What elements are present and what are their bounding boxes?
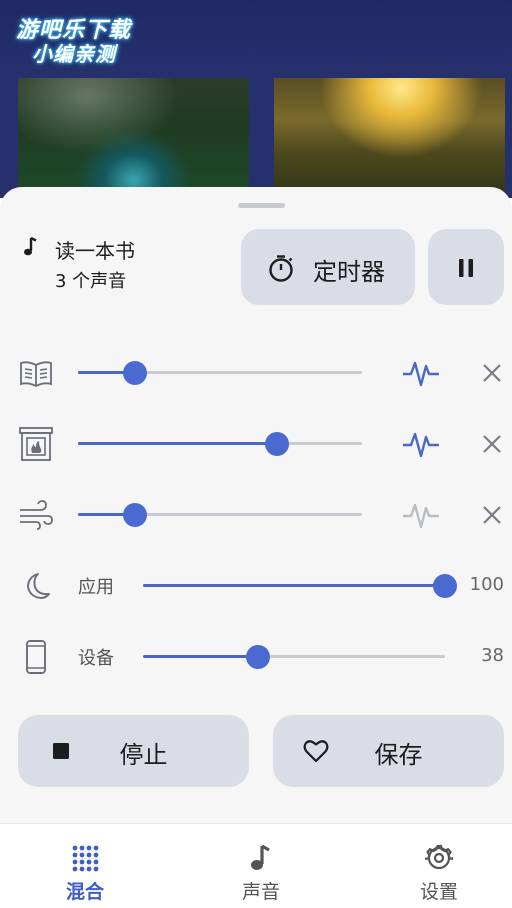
volume-slider-thumb[interactable] — [122, 361, 147, 385]
pulse-icon[interactable] — [402, 429, 440, 459]
app-volume-row: 应用 100 — [0, 566, 512, 606]
watermark-logo: 游吧乐下载 小编亲测 — [14, 10, 150, 66]
sheet-drag-handle[interactable] — [238, 203, 285, 208]
music-note-icon — [24, 237, 37, 256]
app-volume-slider[interactable] — [143, 574, 457, 598]
sunset-thumbnail[interactable] — [274, 78, 505, 198]
save-label: 保存 — [374, 741, 423, 769]
mix-sound-count: 3 个声音 — [55, 271, 127, 292]
app-volume-value: 100 — [469, 574, 504, 595]
device-volume-label: 设备 — [78, 648, 114, 669]
volume-slider-fill — [143, 584, 445, 587]
nav-item-mix[interactable]: 混合 — [0, 824, 170, 908]
device-volume-slider[interactable] — [143, 645, 445, 669]
app-volume-label: 应用 — [78, 577, 114, 598]
preset-thumbnails — [0, 78, 512, 198]
nav-label-mix: 混合 — [65, 881, 104, 903]
volume-slider-fill — [143, 655, 258, 658]
device-volume-value: 38 — [481, 645, 504, 666]
nav-label-settings: 设置 — [419, 881, 458, 903]
forest-thumbnail[interactable] — [18, 78, 249, 198]
sound-row-wind — [0, 495, 512, 535]
volume-slider-thumb[interactable] — [245, 645, 270, 669]
pulse-icon[interactable] — [402, 500, 440, 530]
pulse-icon[interactable] — [402, 358, 440, 388]
nav-item-sounds[interactable]: 声音 — [176, 824, 346, 908]
close-icon[interactable] — [480, 432, 504, 456]
stop-label: 停止 — [119, 741, 168, 769]
pause-icon — [459, 259, 473, 277]
volume-slider[interactable] — [78, 432, 362, 456]
timer-label: 定时器 — [313, 258, 385, 286]
timer-icon — [269, 255, 293, 282]
mix-bottom-sheet: 读一本书 3 个声音 定时器 应用 100 设备 38 停止 保存 — [0, 187, 512, 823]
sound-row-book — [0, 353, 512, 393]
bottom-navigation: 混合 声音 设置 — [0, 823, 512, 908]
moon-icon — [27, 573, 50, 599]
timer-button[interactable]: 定时器 — [241, 229, 415, 305]
phone-icon — [26, 640, 46, 674]
gear-icon — [425, 844, 453, 870]
close-icon[interactable] — [480, 361, 504, 385]
grid-dots-icon — [72, 845, 99, 872]
close-icon[interactable] — [480, 503, 504, 527]
app-header: 游吧乐下载 小编亲测 — [0, 0, 512, 78]
volume-slider-thumb[interactable] — [433, 574, 457, 598]
device-volume-row: 设备 38 — [0, 637, 512, 677]
logo-line-2: 小编亲测 — [32, 42, 116, 66]
stop-button[interactable]: 停止 — [18, 715, 249, 787]
sound-row-fireplace — [0, 424, 512, 464]
volume-slider-fill — [78, 442, 277, 445]
wind-icon — [20, 500, 53, 530]
volume-slider[interactable] — [78, 503, 362, 527]
music-note-icon — [251, 844, 270, 870]
volume-slider-thumb[interactable] — [122, 503, 147, 527]
fireplace-icon — [19, 427, 53, 461]
nav-item-settings[interactable]: 设置 — [354, 824, 512, 908]
mix-title: 读一本书 — [55, 239, 135, 263]
volume-slider[interactable] — [78, 361, 362, 385]
volume-slider-thumb[interactable] — [264, 432, 289, 456]
book-icon — [20, 361, 52, 388]
save-button[interactable]: 保存 — [273, 715, 504, 787]
nav-label-sounds: 声音 — [241, 881, 280, 903]
pause-button[interactable] — [428, 229, 504, 305]
